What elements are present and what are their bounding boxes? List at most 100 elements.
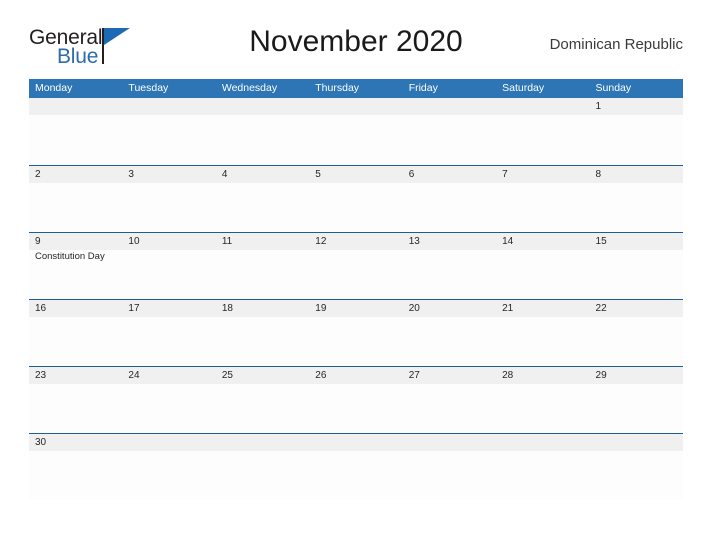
day-cell bbox=[29, 451, 122, 500]
week-event-body bbox=[29, 317, 683, 366]
day-cell bbox=[309, 451, 402, 500]
day-cell bbox=[590, 115, 683, 164]
holiday-label: Constitution Day bbox=[35, 251, 105, 262]
day-number-20[interactable]: 20 bbox=[403, 300, 496, 317]
day-number-29[interactable]: 29 bbox=[590, 367, 683, 384]
day-number-12[interactable]: 12 bbox=[309, 233, 402, 250]
calendar-grid: Monday Tuesday Wednesday Thursday Friday Satu… bbox=[29, 79, 683, 500]
week-event-body bbox=[29, 384, 683, 433]
day-number-17[interactable]: 17 bbox=[122, 300, 215, 317]
week-date-band: 9 10 11 12 13 14 15 bbox=[29, 233, 683, 250]
weekday-header-sunday: Sunday bbox=[595, 82, 632, 94]
weekday-header-wednesday: Wednesday bbox=[221, 82, 278, 94]
day-number-empty bbox=[29, 98, 122, 115]
calendar-week-row: 9 10 11 12 13 14 15 Constitution Day bbox=[29, 232, 683, 299]
day-cell: Constitution Day bbox=[29, 250, 122, 299]
day-number-1[interactable]: 1 bbox=[590, 98, 683, 115]
week-event-body bbox=[29, 183, 683, 232]
day-cell bbox=[496, 384, 589, 433]
day-cell bbox=[216, 250, 309, 299]
day-number-empty bbox=[309, 98, 402, 115]
weekday-header-thursday: Thursday bbox=[315, 82, 360, 94]
day-number-8[interactable]: 8 bbox=[590, 166, 683, 183]
day-number-empty bbox=[216, 98, 309, 115]
day-number-24[interactable]: 24 bbox=[122, 367, 215, 384]
day-number-11[interactable]: 11 bbox=[216, 233, 309, 250]
day-cell bbox=[496, 183, 589, 232]
day-number-10[interactable]: 10 bbox=[122, 233, 215, 250]
day-number-empty bbox=[309, 434, 402, 451]
day-cell bbox=[309, 317, 402, 366]
week-event-body bbox=[29, 115, 683, 164]
day-cell bbox=[496, 115, 589, 164]
day-cell bbox=[590, 183, 683, 232]
day-cell bbox=[403, 183, 496, 232]
day-number-5[interactable]: 5 bbox=[309, 166, 402, 183]
day-number-9[interactable]: 9 bbox=[29, 233, 122, 250]
calendar-week-row: 1 bbox=[29, 98, 683, 165]
day-number-6[interactable]: 6 bbox=[403, 166, 496, 183]
day-cell bbox=[29, 115, 122, 164]
day-number-23[interactable]: 23 bbox=[29, 367, 122, 384]
day-cell bbox=[29, 183, 122, 232]
day-cell bbox=[309, 183, 402, 232]
day-number-19[interactable]: 19 bbox=[309, 300, 402, 317]
day-cell bbox=[403, 317, 496, 366]
calendar-week-row: 2345678 bbox=[29, 165, 683, 232]
day-cell bbox=[590, 451, 683, 500]
weekday-header-friday: Friday bbox=[408, 82, 438, 94]
day-number-26[interactable]: 26 bbox=[309, 367, 402, 384]
day-number-empty bbox=[590, 434, 683, 451]
week-date-band: 30 bbox=[29, 434, 683, 451]
week-event-body bbox=[29, 451, 683, 500]
day-cell bbox=[403, 384, 496, 433]
day-number-13[interactable]: 13 bbox=[403, 233, 496, 250]
day-cell bbox=[29, 384, 122, 433]
day-cell bbox=[216, 384, 309, 433]
day-number-4[interactable]: 4 bbox=[216, 166, 309, 183]
day-number-28[interactable]: 28 bbox=[496, 367, 589, 384]
weekday-header-tuesday: Tuesday bbox=[128, 82, 169, 94]
week-date-band: 16 17 18 19 20 21 22 bbox=[29, 300, 683, 317]
weekday-header-saturday: Saturday bbox=[502, 82, 545, 94]
calendar-week-row: 30 bbox=[29, 433, 683, 500]
day-number-15[interactable]: 15 bbox=[590, 233, 683, 250]
day-number-16[interactable]: 16 bbox=[29, 300, 122, 317]
day-cell bbox=[216, 115, 309, 164]
day-number-27[interactable]: 27 bbox=[403, 367, 496, 384]
day-number-7[interactable]: 7 bbox=[496, 166, 589, 183]
day-number-3[interactable]: 3 bbox=[122, 166, 215, 183]
day-cell bbox=[122, 250, 215, 299]
day-number-empty bbox=[403, 98, 496, 115]
day-cell bbox=[403, 250, 496, 299]
day-cell bbox=[309, 384, 402, 433]
weekday-header-row: Monday Tuesday Wednesday Thursday Friday Satu… bbox=[29, 79, 683, 98]
day-number-30[interactable]: 30 bbox=[29, 434, 122, 451]
day-cell bbox=[496, 317, 589, 366]
day-cell bbox=[590, 384, 683, 433]
week-date-band: 23 24 25 26 27 28 29 bbox=[29, 367, 683, 384]
day-number-25[interactable]: 25 bbox=[216, 367, 309, 384]
day-cell bbox=[496, 451, 589, 500]
day-cell bbox=[403, 451, 496, 500]
day-number-18[interactable]: 18 bbox=[216, 300, 309, 317]
calendar-week-row: 23 24 25 26 27 28 29 bbox=[29, 366, 683, 433]
day-cell bbox=[122, 115, 215, 164]
day-number-empty bbox=[216, 434, 309, 451]
day-cell bbox=[122, 451, 215, 500]
day-cell bbox=[309, 115, 402, 164]
day-cell bbox=[29, 317, 122, 366]
day-number-22[interactable]: 22 bbox=[590, 300, 683, 317]
day-number-empty bbox=[122, 434, 215, 451]
day-number-empty bbox=[496, 434, 589, 451]
day-cell bbox=[216, 451, 309, 500]
day-number-21[interactable]: 21 bbox=[496, 300, 589, 317]
week-event-body: Constitution Day bbox=[29, 250, 683, 299]
day-number-2[interactable]: 2 bbox=[29, 166, 122, 183]
day-number-empty bbox=[403, 434, 496, 451]
day-number-14[interactable]: 14 bbox=[496, 233, 589, 250]
day-cell bbox=[216, 183, 309, 232]
weekday-header-monday: Monday bbox=[35, 82, 73, 94]
region-label: Dominican Republic bbox=[549, 36, 683, 53]
calendar-weeks: 1 2 3 4 5 6 7 8 9 10 11 12 13 14 15 Constitution Day 16 1… bbox=[29, 98, 683, 500]
